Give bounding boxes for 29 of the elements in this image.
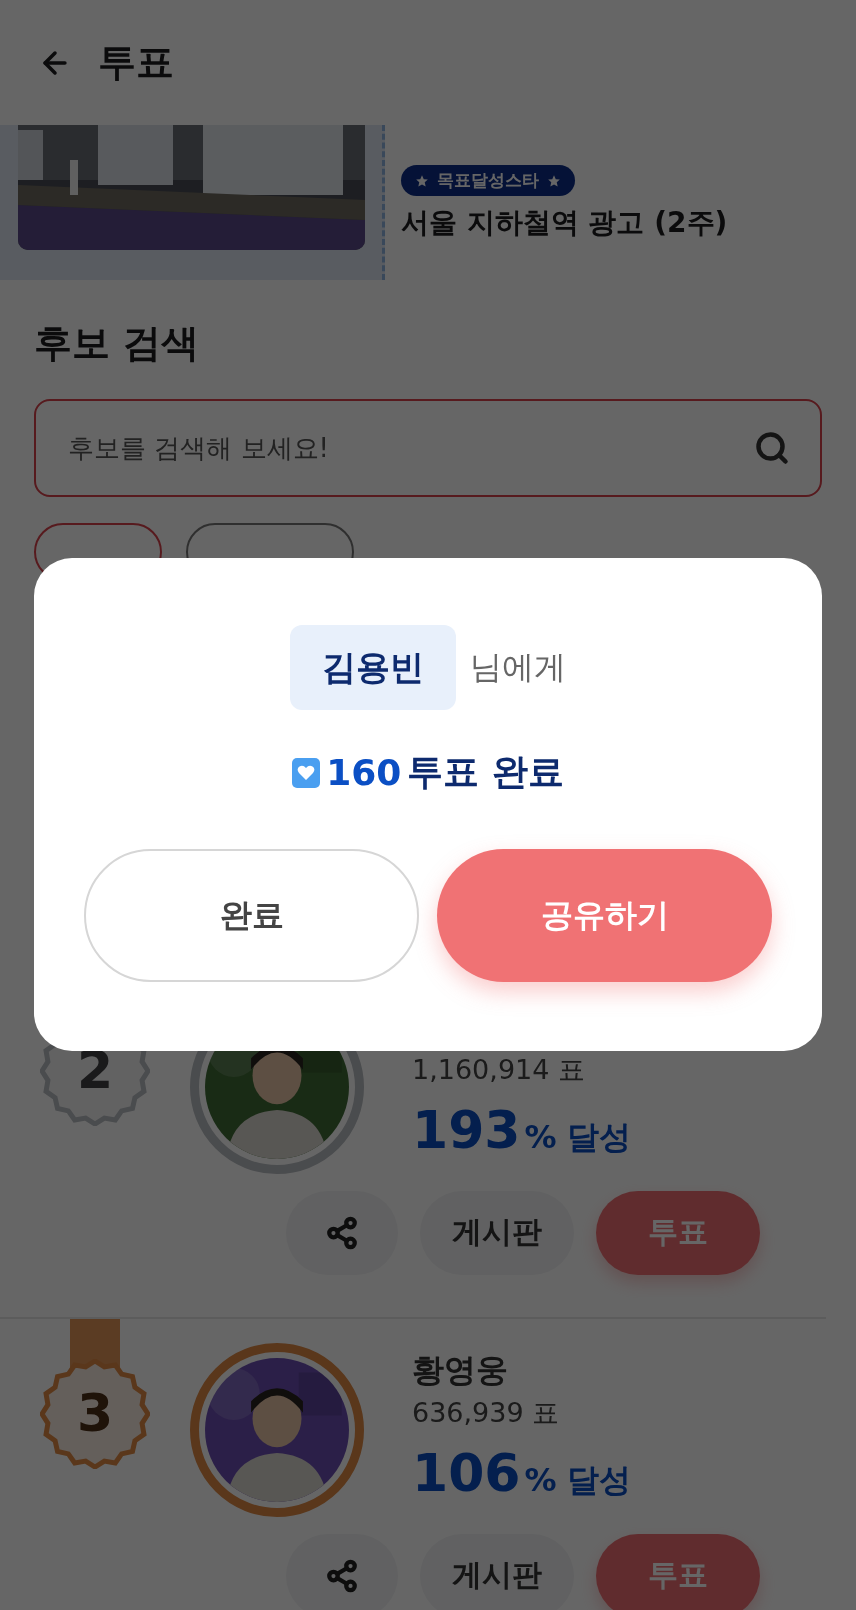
candidate-name: 황영웅	[412, 1350, 509, 1389]
board-button[interactable]: 게시판	[420, 1190, 574, 1275]
share-icon	[325, 1558, 359, 1593]
share-button[interactable]: 공유하기	[437, 849, 772, 982]
percent-sign: %	[524, 1118, 557, 1156]
star-icon	[415, 173, 429, 188]
search-icon[interactable]	[754, 430, 790, 466]
percent-sign: %	[524, 1461, 557, 1499]
star-icon	[547, 173, 561, 188]
badge-label: 목표달성스타	[437, 169, 539, 192]
vote-count: 636,939 표	[412, 1396, 561, 1430]
recipient-suffix: 님에게	[470, 646, 566, 688]
page-title: 투표	[98, 39, 174, 86]
candidate-name: 김용빈	[290, 625, 456, 710]
done-button[interactable]: 완료	[84, 849, 419, 982]
board-button[interactable]: 게시판	[420, 1533, 574, 1610]
achievement-label: 달성	[566, 1117, 631, 1158]
search-field[interactable]: 후보를 검색해 보세요!	[34, 399, 822, 497]
vote-amount: 160	[326, 752, 402, 793]
section-title: 후보 검색	[34, 320, 201, 367]
achievement-label: 달성	[566, 1460, 631, 1501]
rank-number: 2	[76, 1044, 114, 1096]
share-icon	[325, 1215, 359, 1250]
banner-title: 서울 지하철역 광고 (2주)	[401, 205, 728, 241]
achievement-percent: 106	[412, 1443, 521, 1503]
vote-count: 1,160,914 표	[412, 1053, 586, 1087]
achievement-percent: 193	[412, 1100, 521, 1160]
rank-number: 3	[76, 1387, 114, 1439]
completion-message: 투표 완료	[407, 750, 564, 794]
